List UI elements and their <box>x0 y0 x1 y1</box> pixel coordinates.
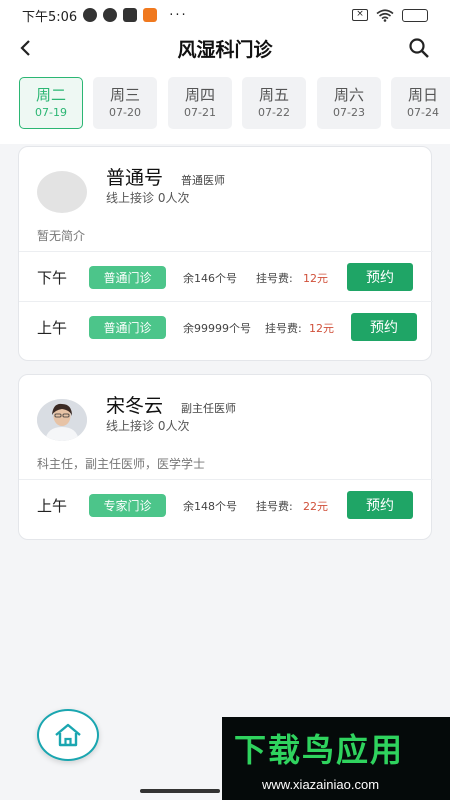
day-label: 周四 <box>184 86 215 104</box>
day-tab-sun[interactable]: 周日 07-24 <box>391 77 450 129</box>
home-icon <box>55 723 81 747</box>
schedule-slot: 上午 专家门诊 余148个号 挂号费: 22元 预约 <box>19 481 433 529</box>
date-label: 07-21 <box>184 106 216 119</box>
doctor-card[interactable]: 宋冬云 副主任医师 线上接诊 0人次 科主任，副主任医师，医学学士 上午 专家门… <box>18 374 433 540</box>
day-label: 周五 <box>258 86 289 104</box>
day-selector: 周二 07-19 周三 07-20 周四 07-21 周五 07-22 周六 0… <box>0 66 450 144</box>
fee-label: 挂号费: <box>256 272 293 285</box>
remaining-count: 余148个号 <box>183 500 237 513</box>
header: 风湿科门诊 <box>0 30 450 66</box>
fee-label: 挂号费: <box>265 322 302 335</box>
book-button[interactable]: 预约 <box>351 313 417 341</box>
fee-label: 挂号费: <box>256 500 293 513</box>
day-tab-wed[interactable]: 周三 07-20 <box>93 77 157 129</box>
avatar <box>37 399 87 441</box>
battery-icon <box>402 8 428 22</box>
divider <box>19 301 433 302</box>
consult-count: 线上接诊 0人次 <box>106 419 190 433</box>
watermark-title: 下载鸟应用 <box>234 731 405 769</box>
doctor-name: 普通号 <box>106 167 164 189</box>
home-button[interactable] <box>37 709 99 761</box>
day-label: 周日 <box>407 86 438 104</box>
date-label: 07-22 <box>258 106 290 119</box>
fee-amount: 12元 <box>303 272 328 285</box>
watermark: 下载鸟应用 www.xiazainiao.com <box>222 717 450 800</box>
back-button[interactable] <box>14 34 38 62</box>
schedule-slot: 上午 普通门诊 余99999个号 挂号费: 12元 预约 <box>19 303 433 351</box>
gesture-bar[interactable] <box>140 789 220 793</box>
doctor-title: 普通医师 <box>181 174 225 187</box>
wifi-icon <box>376 9 394 22</box>
search-button[interactable] <box>406 34 432 62</box>
doctor-title: 副主任医师 <box>181 402 236 415</box>
doctor-name: 宋冬云 <box>106 395 164 417</box>
doctor-photo <box>37 399 87 441</box>
day-tab-sat[interactable]: 周六 07-23 <box>317 77 381 129</box>
slot-period: 下午 <box>37 269 68 287</box>
fee-amount: 22元 <box>303 500 328 513</box>
clinic-type-badge: 专家门诊 <box>89 494 166 517</box>
day-tab-thu[interactable]: 周四 07-21 <box>168 77 232 129</box>
book-button[interactable]: 预约 <box>347 263 413 291</box>
date-label: 07-20 <box>109 106 141 119</box>
fee-amount: 12元 <box>309 322 334 335</box>
avatar <box>37 171 87 213</box>
remaining-count: 余146个号 <box>183 272 237 285</box>
clinic-type-badge: 普通门诊 <box>89 266 166 289</box>
day-label: 周三 <box>109 86 140 104</box>
watermark-url: www.xiazainiao.com <box>262 777 380 792</box>
divider <box>19 479 433 480</box>
app-notification-icon-2 <box>123 8 138 22</box>
consult-count: 线上接诊 0人次 <box>106 191 190 205</box>
mi-icon <box>143 8 158 22</box>
page-title: 风湿科门诊 <box>177 38 273 61</box>
doctor-intro: 科主任，副主任医师，医学学士 <box>37 457 206 471</box>
status-time: 下午5:06 <box>22 9 78 25</box>
date-label: 07-23 <box>333 106 365 119</box>
doctor-intro: 暂无简介 <box>37 229 86 243</box>
day-tab-fri[interactable]: 周五 07-22 <box>242 77 306 129</box>
sim-icon: × <box>352 9 368 21</box>
day-tab-tue[interactable]: 周二 07-19 <box>19 77 83 129</box>
date-label: 07-24 <box>407 106 439 119</box>
slot-period: 上午 <box>37 319 68 337</box>
app-notification-icon <box>103 8 118 22</box>
slot-period: 上午 <box>37 497 68 515</box>
clinic-type-badge: 普通门诊 <box>89 316 166 339</box>
date-label: 07-19 <box>35 106 67 119</box>
remaining-count: 余99999个号 <box>183 322 251 335</box>
book-button[interactable]: 预约 <box>347 491 413 519</box>
doctor-card[interactable]: 普通号 普通医师 线上接诊 0人次 暂无简介 下午 普通门诊 余146个号 挂号… <box>18 146 433 361</box>
divider <box>19 251 433 252</box>
more-notifications-icon: ··· <box>169 7 188 23</box>
day-label: 周六 <box>333 86 364 104</box>
back-arrow-icon <box>20 40 30 56</box>
day-label: 周二 <box>35 86 66 104</box>
mute-icon <box>83 8 98 22</box>
schedule-slot: 下午 普通门诊 余146个号 挂号费: 12元 预约 <box>19 253 433 301</box>
search-icon <box>409 38 429 58</box>
status-bar: 下午5:06 ··· × <box>0 0 450 30</box>
